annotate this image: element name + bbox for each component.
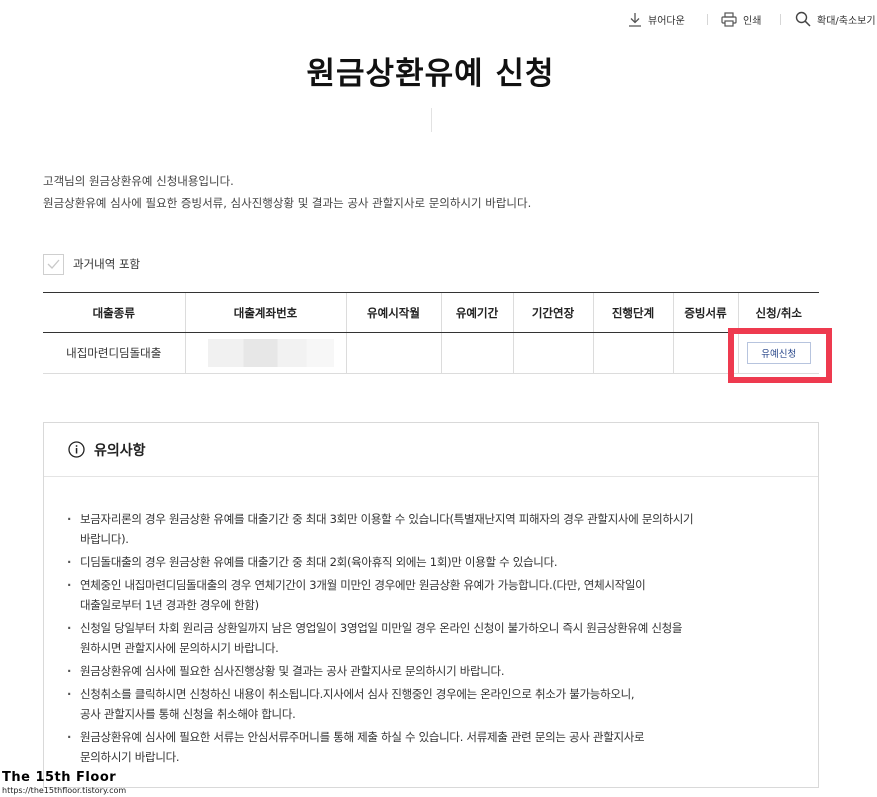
table-row: 내집마련디딤돌대출 유예신청 xyxy=(43,332,819,374)
list-item: 연체중인 내집마련디딤돌대출의 경우 연체기간이 3개월 미만인 경우에만 원금… xyxy=(66,575,802,615)
notice-header: 유의사항 xyxy=(44,423,818,477)
notice-title: 유의사항 xyxy=(94,442,146,459)
print-button[interactable]: 인쇄 xyxy=(721,8,761,30)
cell-period xyxy=(440,332,513,374)
list-item: 원금상환유예 심사에 필요한 서류는 안심서류주머니를 통해 제출 하실 수 있… xyxy=(66,727,802,767)
intro-line: 고객님의 원금상환유예 신청내용입니다. xyxy=(43,174,234,188)
checkmark-icon xyxy=(47,259,60,269)
checkbox-box[interactable] xyxy=(43,253,64,275)
header-start-month: 유예시작월 xyxy=(345,292,441,333)
info-icon xyxy=(68,441,85,458)
header-period: 유예기간 xyxy=(440,292,513,333)
loan-table: 대출종류 대출계좌번호 유예시작월 유예기간 기간연장 진행단계 증빙서류 신청… xyxy=(43,292,819,374)
intro-text: 고객님의 원금상환유예 신청내용입니다. 원금상환유예 심사에 필요한 증빙서류… xyxy=(43,170,531,214)
toolbar-divider xyxy=(780,14,781,25)
notice-panel: 유의사항 보금자리론의 경우 원금상환 유예를 대출기간 중 최대 3회만 이용… xyxy=(43,422,819,788)
header-account-number: 대출계좌번호 xyxy=(184,292,346,333)
zoom-label: 확대/축소보기 xyxy=(817,15,876,27)
cell-stage xyxy=(592,332,673,374)
cell-loan-type: 내집마련디딤돌대출 xyxy=(43,332,185,374)
list-item: 디딤돌대출의 경우 원금상환 유예를 대출기간 중 최대 2회(육아휴직 외에는… xyxy=(66,552,802,572)
magnifier-icon xyxy=(795,11,811,27)
zoom-button[interactable]: 확대/축소보기 xyxy=(795,8,876,30)
include-history-label: 과거내역 포함 xyxy=(73,257,141,271)
list-item: 신청일 당일부터 차회 원리금 상환일까지 남은 영업일이 3영업일 미만일 경… xyxy=(66,618,802,658)
viewer-download-button[interactable]: 뷰어다운 xyxy=(628,8,685,30)
toolbar-divider xyxy=(707,14,708,25)
intro-line: 원금상환유예 심사에 필요한 증빙서류, 심사진행상황 및 결과는 공사 관할지… xyxy=(43,196,532,210)
watermark-url: https://the15thfloor.tistory.com xyxy=(2,786,127,795)
title-divider xyxy=(431,108,432,132)
utility-toolbar: 뷰어다운 인쇄 확대/축소보기 xyxy=(620,8,877,30)
header-documents: 증빙서류 xyxy=(672,292,738,333)
watermark-title: The 15th Floor xyxy=(2,770,117,785)
cell-documents xyxy=(672,332,738,374)
header-apply-cancel: 신청/취소 xyxy=(737,292,819,333)
cell-account-number xyxy=(184,332,346,374)
deferral-apply-button[interactable]: 유예신청 xyxy=(746,342,811,364)
printer-icon xyxy=(721,11,737,27)
notice-list: 보금자리론의 경우 원금상환 유예를 대출기간 중 최대 3회만 이용할 수 있… xyxy=(66,509,802,770)
print-label: 인쇄 xyxy=(743,15,762,27)
page-title: 원금상환유예 신청 xyxy=(306,56,555,92)
table-header-row: 대출종류 대출계좌번호 유예시작월 유예기간 기간연장 진행단계 증빙서류 신청… xyxy=(43,292,819,333)
include-history-checkbox[interactable]: 과거내역 포함 xyxy=(43,253,140,275)
download-icon xyxy=(629,12,641,27)
cell-action: 유예신청 xyxy=(737,332,819,374)
list-item: 원금상환유예 심사에 필요한 심사진행상황 및 결과는 공사 관할지사로 문의하… xyxy=(66,661,802,681)
viewer-download-label: 뷰어다운 xyxy=(648,15,685,27)
header-extension: 기간연장 xyxy=(512,292,593,333)
list-item: 신청취소를 클릭하시면 신청하신 내용이 취소됩니다.지사에서 심사 진행중인 … xyxy=(66,684,802,724)
masked-account-number xyxy=(207,339,334,367)
header-stage: 진행단계 xyxy=(592,292,673,333)
header-loan-type: 대출종류 xyxy=(43,292,185,333)
list-item: 보금자리론의 경우 원금상환 유예를 대출기간 중 최대 3회만 이용할 수 있… xyxy=(66,509,802,549)
cell-start-month xyxy=(345,332,441,374)
cell-extension xyxy=(512,332,593,374)
